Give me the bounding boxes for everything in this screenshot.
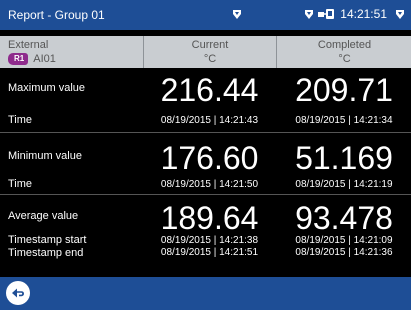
minimum-label: Minimum value <box>8 150 82 162</box>
channel-info: R1 AI01 <box>8 53 142 65</box>
column-header: External R1 AI01 Current °C Completed °C <box>0 36 411 68</box>
header-current: Current °C <box>143 36 276 68</box>
page-title: Report - Group 01 <box>8 8 105 22</box>
minimum-time-label: Time <box>8 178 33 190</box>
minimum-current-value: 176.60 <box>160 140 259 176</box>
completed-timestamp-start: 08/19/2015 | 14:21:09 <box>295 235 393 246</box>
completed-heading: Completed <box>317 39 372 51</box>
maximum-time-label: Time <box>8 114 33 126</box>
current-unit: °C <box>203 53 217 65</box>
maximum-completed-value: 209.71 <box>295 72 393 108</box>
header-source: External R1 AI01 <box>0 36 142 68</box>
drop-down-icon[interactable] <box>304 8 314 20</box>
current-timestamp-start: 08/19/2015 | 14:21:38 <box>160 235 259 246</box>
average-current-value: 189.64 <box>160 200 259 236</box>
bottom-bar <box>0 277 411 310</box>
current-heading: Current <box>191 39 229 51</box>
maximum-current-time: 08/19/2015 | 14:21:43 <box>160 115 259 126</box>
minimum-block: Minimum value Time 176.60 51.169 08/19/2… <box>0 133 411 195</box>
minimum-current-time: 08/19/2015 | 14:21:50 <box>160 179 259 190</box>
maximum-block: Maximum value Time 216.44 209.71 08/19/2… <box>0 68 411 133</box>
completed-unit: °C <box>338 53 351 65</box>
connection-icon <box>318 8 335 20</box>
back-arrow-icon <box>7 282 29 304</box>
title-bar: Report - Group 01 14:21:51 <box>0 0 411 30</box>
timestamp-end-label: Timestamp end <box>8 247 84 259</box>
average-block: Average value Timestamp start Timestamp … <box>0 195 411 259</box>
maximum-current-value: 216.44 <box>160 72 259 108</box>
status-area: 14:21:51 <box>304 7 405 21</box>
channel-name: AI01 <box>33 53 56 65</box>
maximum-label: Maximum value <box>8 82 86 94</box>
current-timestamp-end: 08/19/2015 | 14:21:51 <box>160 247 259 258</box>
source-type: External <box>8 39 49 51</box>
header-completed: Completed °C <box>276 36 411 68</box>
minimum-completed-time: 08/19/2015 | 14:21:19 <box>295 179 393 190</box>
relay-badge: R1 <box>8 53 29 65</box>
drop-down-icon[interactable] <box>395 8 405 20</box>
completed-timestamp-end: 08/19/2015 | 14:21:36 <box>295 247 393 258</box>
drop-down-icon[interactable] <box>232 8 242 20</box>
minimum-completed-value: 51.169 <box>295 140 393 176</box>
timestamp-start-label: Timestamp start <box>8 234 87 246</box>
average-label: Average value <box>8 210 79 222</box>
back-button[interactable] <box>6 281 30 305</box>
average-completed-value: 93.478 <box>295 200 393 236</box>
clock-time: 14:21:51 <box>340 7 387 21</box>
maximum-completed-time: 08/19/2015 | 14:21:34 <box>295 115 393 126</box>
